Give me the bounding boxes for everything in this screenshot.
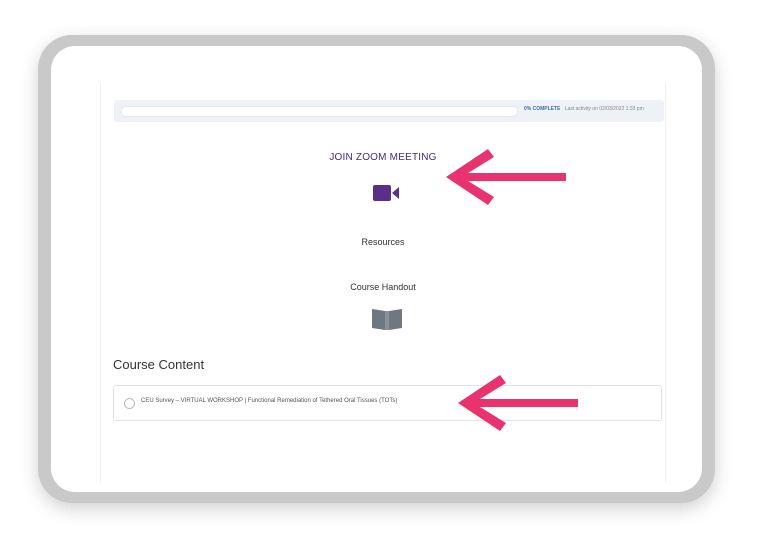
progress-status: 0% COMPLETE Last activity on 02/03/2022 … <box>524 106 644 112</box>
tablet-screen: 0% COMPLETE Last activity on 02/03/2022 … <box>51 46 702 492</box>
course-item-label[interactable]: CEU Survey – VIRTUAL WORKSHOP | Function… <box>141 398 397 404</box>
progress-strip: 0% COMPLETE Last activity on 02/03/2022 … <box>114 100 664 122</box>
progress-percent: 0% COMPLETE <box>524 106 561 112</box>
book-icon[interactable] <box>371 307 403 336</box>
progress-bar <box>121 106 518 117</box>
completion-radio[interactable] <box>124 398 135 409</box>
resources-heading: Resources <box>361 237 405 247</box>
tablet-frame: 0% COMPLETE Last activity on 02/03/2022 … <box>38 35 715 503</box>
arrow-annotation-icon <box>458 375 578 431</box>
arrow-annotation-icon <box>446 149 566 205</box>
last-activity: Last activity on 02/03/2022 1:33 pm <box>564 106 644 112</box>
join-zoom-meeting-link[interactable]: JOIN ZOOM MEETING <box>101 152 665 163</box>
video-camera-icon[interactable] <box>372 183 400 208</box>
course-content-heading: Course Content <box>113 357 205 372</box>
course-handout-link[interactable]: Course Handout <box>101 282 665 292</box>
